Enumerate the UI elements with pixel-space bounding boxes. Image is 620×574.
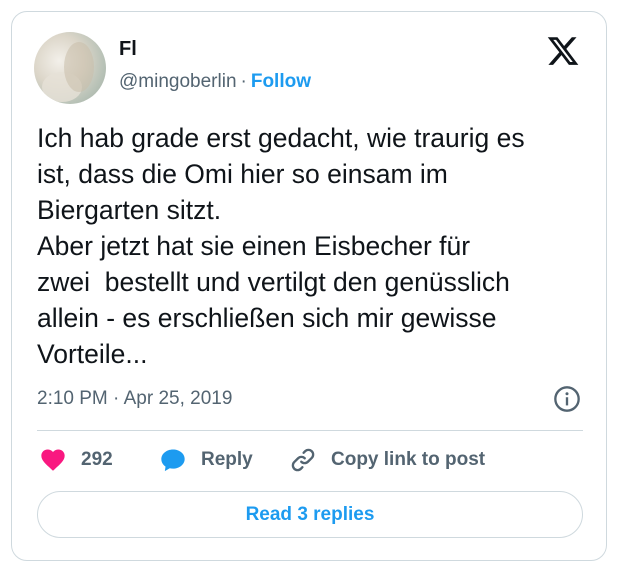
tweet-card[interactable]: Fl @mingoberlin · Follow Ich hab grade ers… — [11, 11, 607, 561]
avatar[interactable] — [34, 32, 106, 104]
divider — [37, 430, 583, 431]
heart-icon — [41, 449, 65, 471]
handle-line: @mingoberlin · Follow — [119, 71, 311, 93]
reply-bubble-icon — [161, 449, 185, 472]
separator-dot: · — [240, 71, 247, 92]
copy-link-button[interactable]: Copy link to post — [289, 446, 485, 474]
x-logo-icon[interactable] — [546, 34, 580, 68]
tweet-timestamp[interactable]: 2:10 PM · Apr 25, 2019 — [37, 388, 232, 410]
author-name[interactable]: Fl — [119, 38, 137, 61]
copy-link-label: Copy link to post — [331, 449, 486, 470]
info-icon[interactable] — [553, 385, 581, 413]
read-replies-button[interactable]: Read 3 replies — [37, 491, 583, 538]
reply-label: Reply — [201, 449, 253, 470]
tweet-text: Ich hab grade erst gedacht, wie traurig … — [37, 123, 525, 369]
link-icon — [291, 448, 315, 472]
reply-button[interactable]: Reply — [159, 446, 253, 474]
like-button[interactable]: 292 — [39, 446, 113, 474]
like-count: 292 — [81, 449, 113, 470]
read-replies-label: Read 3 replies — [245, 503, 375, 525]
follow-button[interactable]: Follow — [251, 71, 311, 92]
author-handle[interactable]: @mingoberlin — [119, 71, 237, 92]
